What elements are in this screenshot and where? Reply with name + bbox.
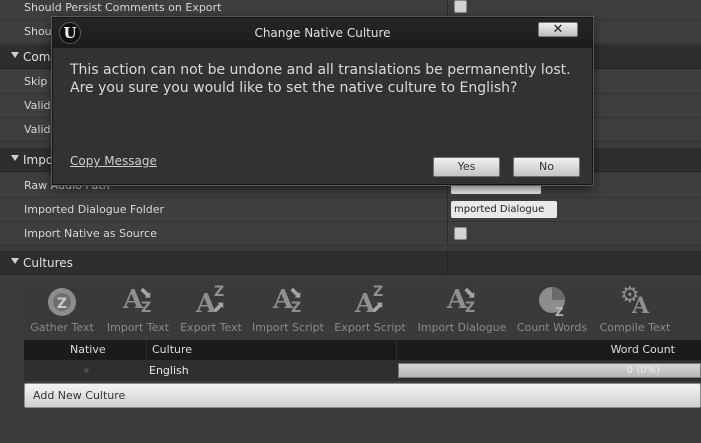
- section-title: Cultures: [23, 256, 73, 270]
- count-words-icon: Z: [535, 285, 569, 319]
- imported-dialogue-folder-input[interactable]: mported Dialogue: [451, 201, 557, 218]
- dialog-message: This action can not be undone and all tr…: [70, 61, 580, 97]
- import-text-icon: A Z ⬊: [123, 283, 153, 316]
- export-text-button[interactable]: A Z ⬈ Export Text: [179, 281, 243, 339]
- property-row: Imported Dialogue Folder mported Dialogu…: [0, 198, 701, 222]
- collapse-arrow-icon: [11, 258, 19, 264]
- count-words-button[interactable]: Z Count Words: [517, 281, 587, 339]
- column-divider: [447, 251, 448, 275]
- export-script-icon: A Z ⬈: [355, 284, 385, 319]
- import-script-button[interactable]: A Z ⬊ Import Script: [252, 281, 324, 339]
- section-title: Impo: [23, 153, 54, 167]
- import-native-as-source-checkbox[interactable]: [454, 227, 467, 240]
- copy-message-link[interactable]: Copy Message: [70, 154, 157, 168]
- dialog-title: Change Native Culture: [254, 26, 391, 40]
- export-text-icon: A Z ⬈: [196, 284, 226, 319]
- property-label: Valid: [24, 99, 51, 112]
- toolbar-label: Import Dialogue: [417, 321, 507, 334]
- section-cultures[interactable]: Cultures: [0, 251, 701, 275]
- change-native-culture-dialog: U Change Native Culture ✕ This action ca…: [52, 17, 593, 185]
- persist-comments-checkbox[interactable]: [454, 0, 467, 13]
- gather-text-button[interactable]: Z Gather Text: [30, 281, 94, 339]
- column-divider: [396, 340, 397, 360]
- column-divider: [447, 198, 448, 222]
- message-line: Are you sure you would like to set the n…: [70, 80, 518, 96]
- import-script-icon: A Z ⬊: [273, 283, 303, 316]
- yes-button[interactable]: Yes: [433, 157, 500, 177]
- header-word-count[interactable]: Word Count: [611, 340, 675, 360]
- no-button[interactable]: No: [513, 157, 580, 177]
- toolbar-label: Export Script: [334, 321, 406, 334]
- property-label: Imported Dialogue Folder: [24, 203, 165, 216]
- native-radio[interactable]: [84, 368, 89, 373]
- cultures-toolbar: Z Gather Text A Z ⬊ Import Text A Z ⬈ Export…: [24, 281, 701, 339]
- add-culture-label: Add New Culture: [33, 389, 126, 402]
- cultures-table-header: Native Culture Word Count: [24, 340, 701, 360]
- close-button[interactable]: ✕: [538, 22, 578, 37]
- property-label: Import Native as Source: [24, 227, 157, 240]
- gather-text-icon: Z: [45, 285, 79, 319]
- collapse-arrow-icon: [11, 155, 19, 161]
- word-count-value: 0 (0%): [626, 365, 660, 376]
- export-script-button[interactable]: A Z ⬈ Export Script: [334, 281, 405, 339]
- message-line: This action can not be undone and all tr…: [70, 62, 571, 78]
- column-divider: [447, 222, 448, 246]
- word-count-progress: 0 (0%): [398, 363, 701, 378]
- import-dialogue-icon: A Z ⬊: [447, 283, 477, 316]
- collapse-arrow-icon: [11, 52, 19, 58]
- compile-text-icon: ⚙ A: [620, 283, 650, 319]
- property-label: Valid: [24, 123, 51, 136]
- add-new-culture-button[interactable]: Add New Culture: [24, 383, 701, 408]
- svg-text:Z: Z: [57, 296, 67, 312]
- property-label: Skip: [24, 75, 48, 88]
- toolbar-label: Compile Text: [599, 321, 671, 334]
- header-culture[interactable]: Culture: [152, 340, 192, 360]
- import-dialogue-button[interactable]: A Z ⬊ Import Dialogue: [418, 281, 507, 339]
- culture-name: English: [149, 364, 189, 377]
- svg-text:Z: Z: [555, 305, 564, 319]
- table-row[interactable]: English 0 (0%): [24, 360, 701, 381]
- property-row: Import Native as Source: [0, 222, 701, 246]
- dialog-titlebar[interactable]: U Change Native Culture ✕: [53, 18, 592, 48]
- column-divider: [146, 340, 147, 360]
- property-label: Shoul: [24, 25, 55, 38]
- header-native[interactable]: Native: [70, 340, 106, 360]
- compile-text-button[interactable]: ⚙ A Compile Text: [600, 281, 671, 339]
